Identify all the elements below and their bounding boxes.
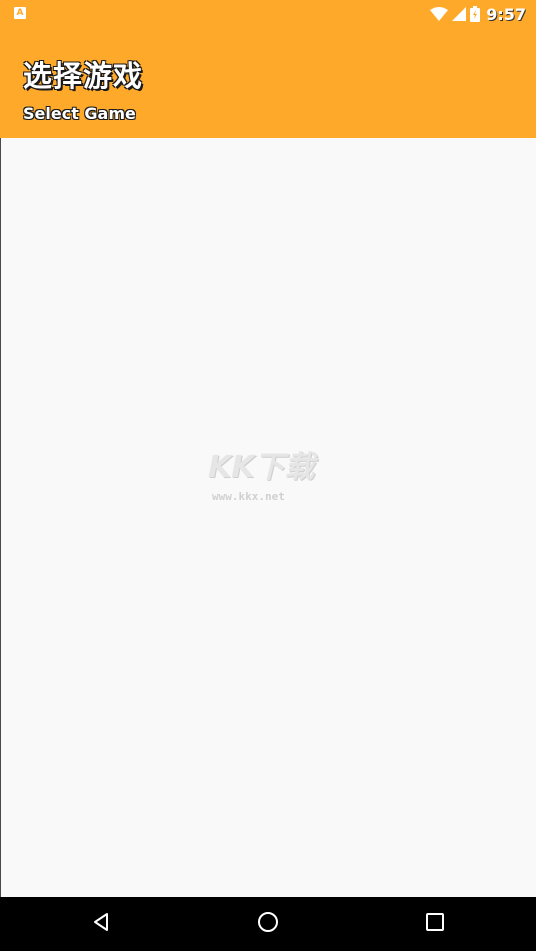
status-time: 9:57 [486, 4, 526, 24]
game-list-area [0, 138, 536, 897]
navigation-bar [0, 897, 536, 951]
back-icon [91, 912, 111, 936]
page-title: 选择游戏 [23, 59, 144, 93]
page-subtitle: Select Game [23, 104, 136, 123]
signal-icon [452, 7, 467, 21]
recent-apps-button[interactable] [418, 907, 452, 941]
status-bar: A 9:57 [0, 0, 536, 28]
battery-icon [470, 6, 481, 22]
a-icon: A [14, 7, 26, 19]
app-header: A 9:57 选择游戏 Select Game [0, 0, 536, 138]
back-button[interactable] [84, 907, 118, 941]
home-icon [257, 911, 279, 937]
wifi-icon [430, 7, 449, 21]
recent-apps-icon [426, 913, 444, 935]
status-icons: 9:57 [430, 3, 526, 25]
watermark-url: www.kkx.net [212, 490, 285, 503]
watermark-logo: KK下载 [208, 450, 315, 485]
watermark: KK下载 www.kkx.net [208, 450, 332, 510]
home-button[interactable] [251, 907, 285, 941]
